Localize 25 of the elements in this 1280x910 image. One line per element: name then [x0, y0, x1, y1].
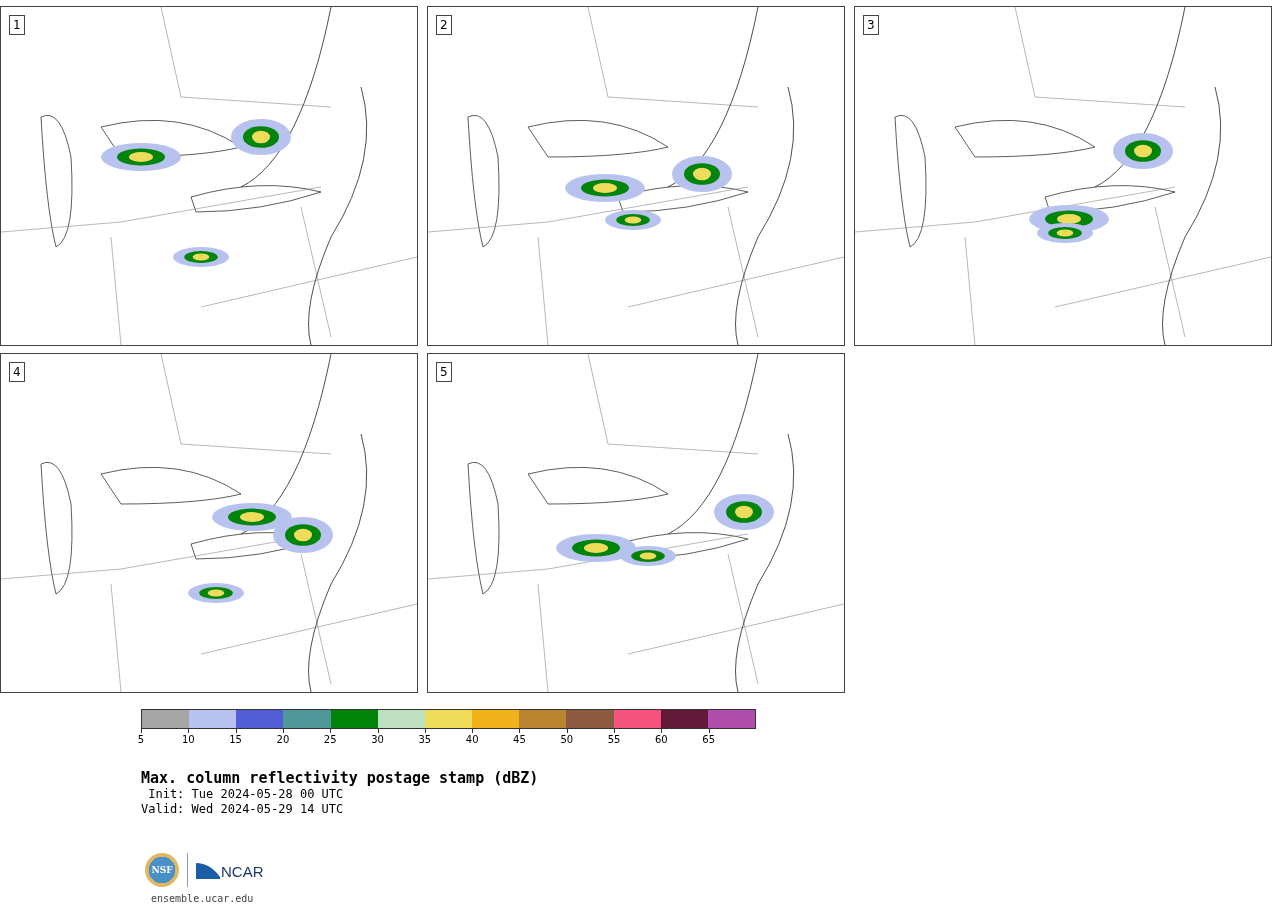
panel-number: 3: [863, 15, 879, 35]
swoosh-icon: [196, 861, 220, 879]
tick-label: 20: [276, 734, 290, 745]
site-url: ensemble.ucar.edu: [151, 893, 255, 904]
tick-label: 25: [323, 734, 337, 745]
tick-label: 50: [560, 734, 574, 745]
tick-label: 55: [607, 734, 621, 745]
tick-label: 10: [181, 734, 195, 745]
panel-number: 2: [436, 15, 452, 35]
tick-label: 45: [513, 734, 526, 745]
logo-text: NCAR: [221, 864, 264, 879]
tick-label: 40: [465, 734, 479, 745]
init-time: Init: Tue 2024-05-28 00 UTC: [147, 787, 345, 802]
chart-title: Max. column reflectivity postage stamp (dBZ): [141, 769, 540, 787]
tick-label: 35: [418, 734, 432, 745]
seal-logo: NSF: [145, 853, 179, 887]
tick-label: 65: [702, 734, 716, 745]
tick-label: 30: [371, 734, 384, 745]
panel-number: 5: [436, 362, 452, 382]
panel-number: 1: [9, 15, 25, 35]
tick-label: 15: [229, 734, 242, 745]
tick-label: 5: [137, 734, 145, 745]
panel-number: 4: [9, 362, 25, 382]
tick-label: 60: [655, 734, 668, 745]
valid-time: Valid: Wed 2024-05-29 14 UTC: [141, 802, 345, 817]
